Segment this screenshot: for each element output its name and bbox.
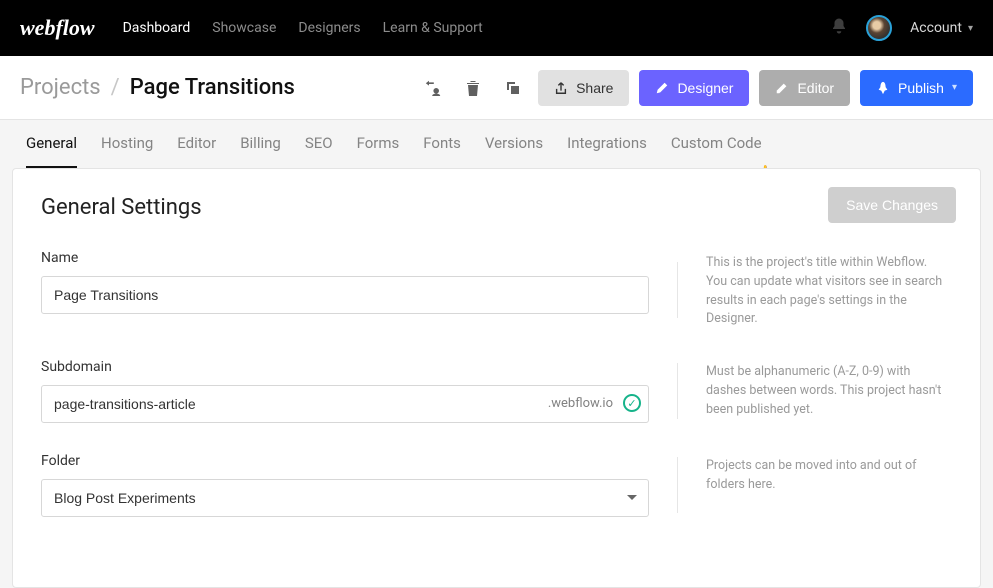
topnav-learn-support[interactable]: Learn & Support xyxy=(383,20,483,36)
settings-tabs: General Hosting Editor Billing SEO Forms… xyxy=(0,120,993,168)
topnav-showcase[interactable]: Showcase xyxy=(212,20,276,36)
subdomain-input[interactable] xyxy=(41,385,649,423)
tab-forms[interactable]: Forms xyxy=(357,134,400,168)
bell-icon[interactable] xyxy=(830,17,848,39)
breadcrumb-separator: / xyxy=(111,75,120,100)
divider xyxy=(677,363,678,419)
divider xyxy=(677,457,678,513)
folder-select[interactable]: Blog Post Experiments xyxy=(41,479,649,517)
tab-custom-code[interactable]: Custom Code xyxy=(671,134,762,168)
duplicate-icon[interactable] xyxy=(498,73,528,103)
topnav-dashboard[interactable]: Dashboard xyxy=(123,20,191,36)
settings-card: General Settings Save Changes Name This … xyxy=(12,168,981,588)
form-row-name: Name This is the project's title within … xyxy=(41,250,950,329)
designer-button[interactable]: Designer xyxy=(639,70,749,106)
name-input[interactable] xyxy=(41,276,649,314)
publish-button[interactable]: Publish ▾ xyxy=(860,70,973,106)
folder-help: Projects can be moved into and out of fo… xyxy=(706,453,950,495)
tab-billing[interactable]: Billing xyxy=(240,134,281,168)
topbar: webflow Dashboard Showcase Designers Lea… xyxy=(0,0,993,56)
account-label: Account xyxy=(910,20,962,36)
save-changes-button[interactable]: Save Changes xyxy=(828,187,956,223)
designer-label: Designer xyxy=(677,80,733,96)
chevron-down-icon: ▾ xyxy=(952,82,957,93)
divider xyxy=(677,262,678,318)
topnav: Dashboard Showcase Designers Learn & Sup… xyxy=(123,20,483,36)
form-row-folder: Folder Blog Post Experiments Projects ca… xyxy=(41,453,950,517)
tab-general[interactable]: General xyxy=(26,134,77,168)
subdomain-help: Must be alphanumeric (A-Z, 0-9) with das… xyxy=(706,359,950,419)
topnav-designers[interactable]: Designers xyxy=(298,20,360,36)
name-label: Name xyxy=(41,250,649,266)
publish-label: Publish xyxy=(898,80,944,96)
chevron-down-icon: ▾ xyxy=(968,23,973,34)
subdomain-label: Subdomain xyxy=(41,359,649,375)
subheader-actions: Share Designer Editor Publish ▾ xyxy=(418,70,973,106)
tab-fonts[interactable]: Fonts xyxy=(423,134,461,168)
logo[interactable]: webflow xyxy=(20,15,95,41)
tab-seo[interactable]: SEO xyxy=(305,134,333,168)
editor-label: Editor xyxy=(797,80,834,96)
tab-versions[interactable]: Versions xyxy=(485,134,543,168)
breadcrumb-projects[interactable]: Projects xyxy=(20,75,101,100)
avatar[interactable] xyxy=(866,15,892,41)
subheader: Projects / Page Transitions Share Design… xyxy=(0,56,993,120)
name-help: This is the project's title within Webfl… xyxy=(706,250,950,329)
account-menu[interactable]: Account ▾ xyxy=(910,20,973,36)
form-row-subdomain: Subdomain .webflow.io ✓ Must be alphanum… xyxy=(41,359,950,423)
share-label: Share xyxy=(576,80,613,96)
share-button[interactable]: Share xyxy=(538,70,629,106)
tab-integrations[interactable]: Integrations xyxy=(567,134,647,168)
transfer-icon[interactable] xyxy=(418,73,448,103)
topbar-right: Account ▾ xyxy=(830,15,973,41)
breadcrumb: Projects / Page Transitions xyxy=(20,75,295,100)
check-circle-icon: ✓ xyxy=(623,394,641,412)
tab-hosting[interactable]: Hosting xyxy=(101,134,153,168)
editor-button[interactable]: Editor xyxy=(759,70,850,106)
folder-label: Folder xyxy=(41,453,649,469)
tab-editor[interactable]: Editor xyxy=(177,134,216,168)
page-title: General Settings xyxy=(41,195,950,220)
trash-icon[interactable] xyxy=(458,73,488,103)
breadcrumb-current: Page Transitions xyxy=(130,75,295,100)
